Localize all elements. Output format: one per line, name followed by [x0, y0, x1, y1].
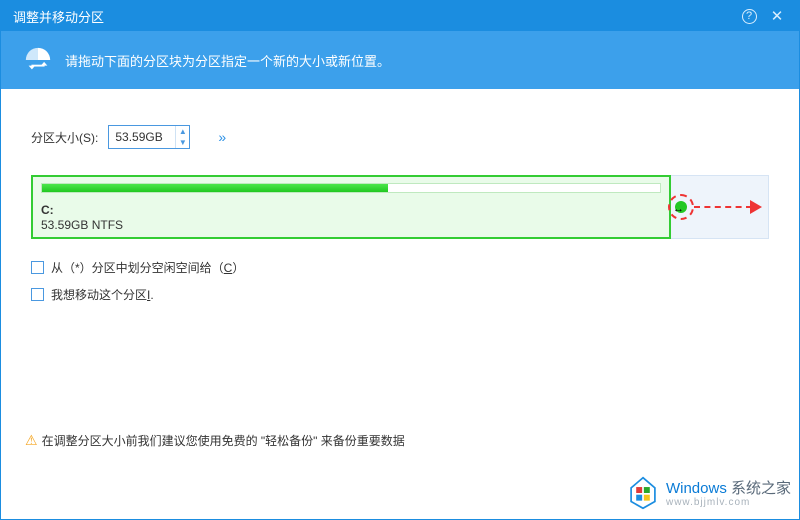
move-label: 我想移动这个分区I. — [51, 286, 154, 303]
banner-text: 请拖动下面的分区块为分区指定一个新的大小或新位置。 — [65, 51, 390, 70]
size-row: 分区大小(S): ▲ ▼ » — [31, 125, 769, 149]
usage-fill — [42, 184, 388, 192]
unallocated-zone[interactable]: ↔ — [671, 175, 769, 239]
drive-letter: C: — [41, 203, 661, 217]
watermark-brand: Windows 系统之家 — [666, 481, 791, 498]
usage-bar — [41, 183, 661, 193]
warning-icon: ⚠ — [25, 432, 38, 449]
spinner-down-icon[interactable]: ▼ — [176, 137, 189, 148]
banner: 请拖动下面的分区块为分区指定一个新的大小或新位置。 — [1, 31, 799, 89]
move-checkbox-row: 我想移动这个分区I. — [31, 286, 769, 303]
size-spinner[interactable]: ▲ ▼ — [108, 125, 190, 149]
options-area: 从（*）分区中划分空闲空间给（C） 我想移动这个分区I. — [31, 259, 769, 303]
swap-icon — [23, 45, 53, 75]
help-icon[interactable]: ? — [735, 2, 763, 30]
watermark: Windows 系统之家 www.bjjmlv.com — [626, 476, 791, 513]
partition-area: C: 53.59GB NTFS ↔ — [31, 175, 769, 239]
warning-text: 在调整分区大小前我们建议您使用免费的 "轻松备份" 来备份重要数据 — [42, 432, 405, 449]
warning-row: ⚠ 在调整分区大小前我们建议您使用免费的 "轻松备份" 来备份重要数据 — [25, 432, 405, 449]
drive-info: 53.59GB NTFS — [41, 218, 661, 232]
spinner-up-icon[interactable]: ▲ — [176, 126, 189, 137]
size-label: 分区大小(S): — [31, 129, 98, 146]
watermark-text: Windows 系统之家 www.bjjmlv.com — [666, 481, 791, 509]
watermark-logo-icon — [626, 476, 660, 513]
partition-block[interactable]: C: 53.59GB NTFS — [31, 175, 671, 239]
title-bar: 调整并移动分区 ? ✕ — [1, 1, 799, 31]
resize-handle-icon[interactable]: ↔ — [668, 194, 694, 220]
spinner-arrows: ▲ ▼ — [175, 126, 189, 148]
dialog-window: 调整并移动分区 ? ✕ 请拖动下面的分区块为分区指定一个新的大小或新位置。 分区… — [0, 0, 800, 520]
expand-icon[interactable]: » — [218, 129, 223, 145]
watermark-url: www.bjjmlv.com — [666, 497, 791, 508]
move-checkbox[interactable] — [31, 288, 44, 301]
size-input[interactable] — [109, 126, 175, 148]
close-icon[interactable]: ✕ — [763, 2, 791, 30]
window-title: 调整并移动分区 — [13, 7, 735, 26]
content-area: 分区大小(S): ▲ ▼ » C: 53.59GB NTFS — [1, 89, 799, 303]
allocate-label: 从（*）分区中划分空闲空间给（C） — [51, 259, 244, 276]
allocate-checkbox-row: 从（*）分区中划分空闲空间给（C） — [31, 259, 769, 276]
allocate-checkbox[interactable] — [31, 261, 44, 274]
